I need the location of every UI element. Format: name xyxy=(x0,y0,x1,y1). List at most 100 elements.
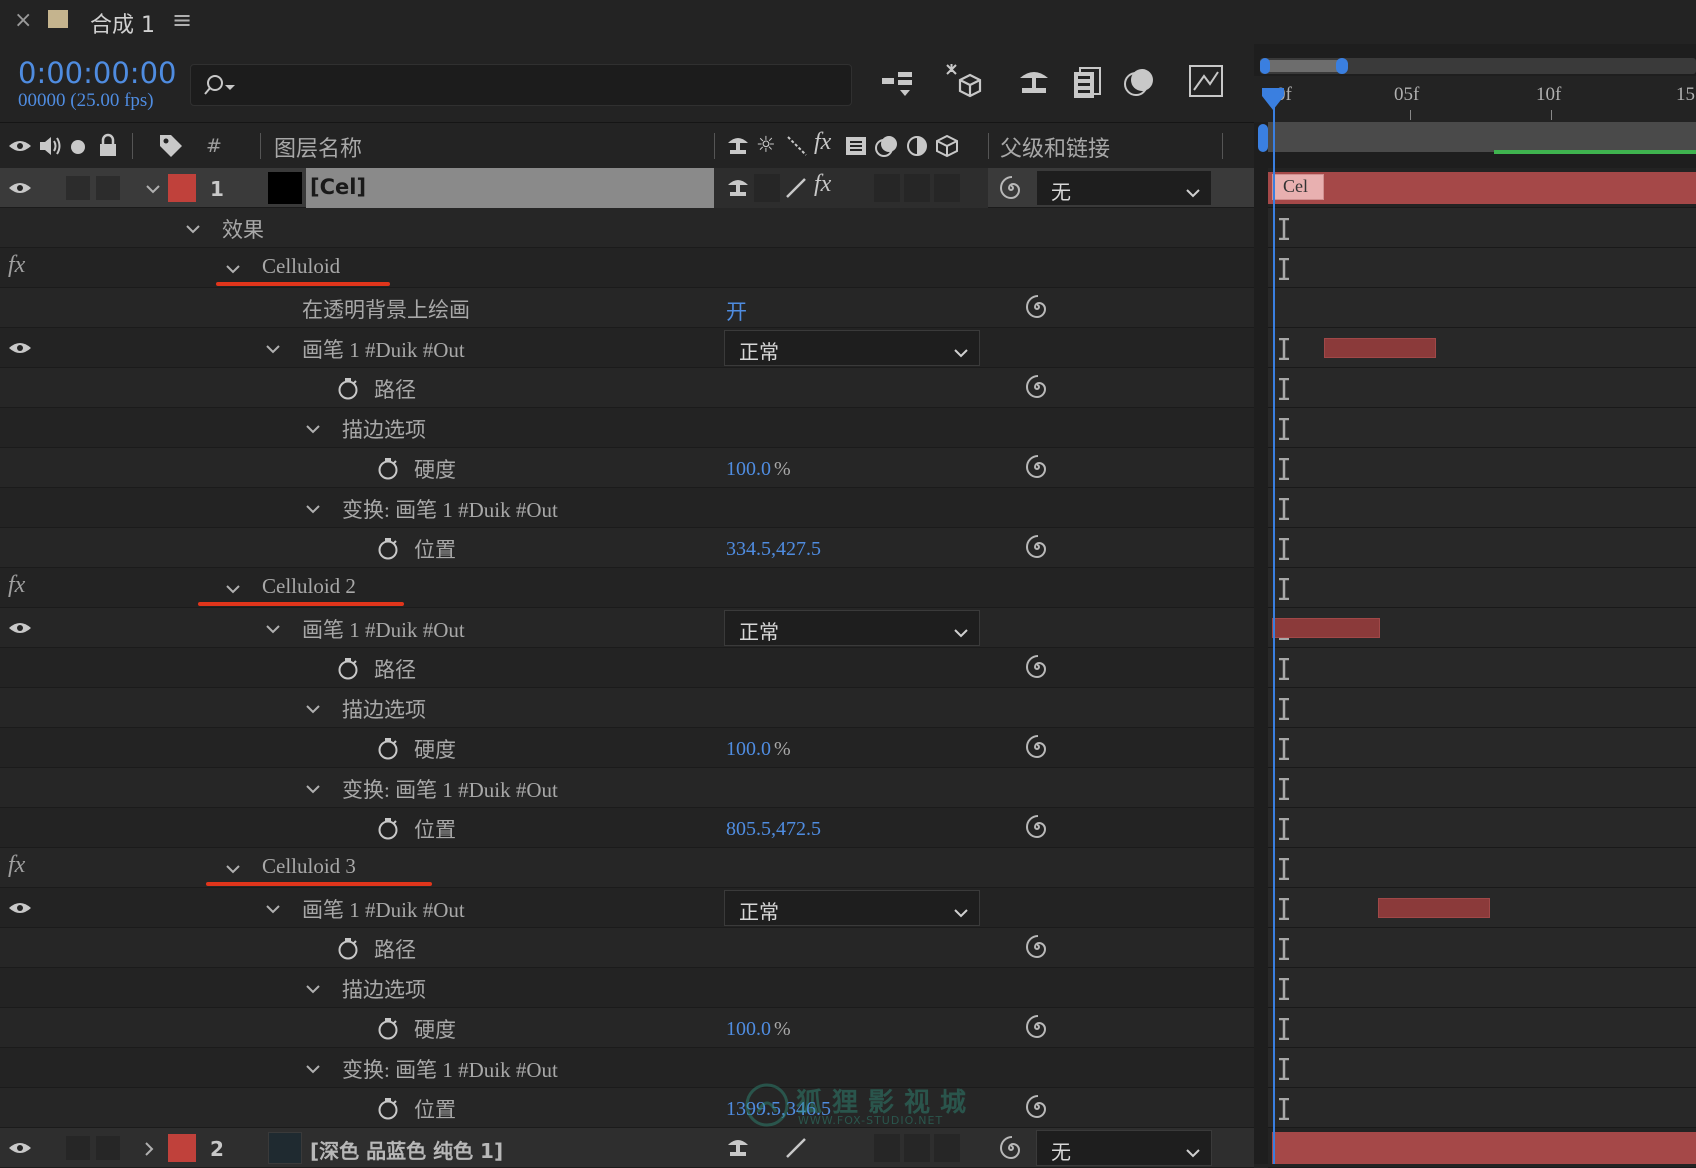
expression-icon[interactable] xyxy=(1024,814,1050,840)
collapse-effect-icon[interactable] xyxy=(226,264,240,274)
composition-tab-title[interactable]: 合成 1 xyxy=(90,7,155,39)
stopwatch-icon[interactable] xyxy=(376,1016,400,1040)
shy-switch-icon[interactable] xyxy=(726,1137,750,1159)
position-value[interactable]: 334.5,427.5 xyxy=(726,538,821,561)
navigator-start-handle[interactable] xyxy=(1260,58,1270,74)
visibility-eye-icon[interactable] xyxy=(8,900,32,916)
visibility-eye-icon[interactable] xyxy=(8,180,32,196)
lock-icon[interactable] xyxy=(98,133,118,157)
expression-icon[interactable] xyxy=(1024,654,1050,680)
blend-mode-dropdown[interactable]: 正常 xyxy=(724,330,980,366)
hardness-value[interactable]: 100.0 xyxy=(726,458,771,481)
parent-dropdown[interactable]: 无 xyxy=(1036,170,1212,206)
3d-switch[interactable] xyxy=(934,1134,960,1162)
audio-icon[interactable] xyxy=(38,135,62,157)
layer-name-field[interactable]: [Cel] xyxy=(306,168,714,208)
layer-duration-bar[interactable] xyxy=(1268,172,1696,204)
expression-icon[interactable] xyxy=(1024,534,1050,560)
layer-label-color[interactable] xyxy=(168,1134,196,1162)
effects-switch-icon[interactable]: fx xyxy=(814,171,831,198)
label-icon[interactable] xyxy=(158,133,184,159)
shy-layers-icon[interactable] xyxy=(1016,66,1052,100)
quality-switch-icon[interactable] xyxy=(784,1136,808,1160)
collapse-stroke-options-icon[interactable] xyxy=(306,424,320,434)
stopwatch-icon[interactable] xyxy=(336,936,360,960)
layer-duration-bar[interactable] xyxy=(1272,1132,1696,1164)
pick-whip-icon[interactable] xyxy=(998,1135,1024,1161)
visibility-eye-icon[interactable] xyxy=(8,340,32,356)
stopwatch-icon[interactable] xyxy=(376,1096,400,1120)
layer-name[interactable]: [深色 品蓝色 纯色 1] xyxy=(310,1135,503,1164)
composition-flowchart-icon[interactable] xyxy=(880,68,918,100)
paint-on-transparent-value[interactable]: 开 xyxy=(726,296,747,326)
brush-duration-bar[interactable] xyxy=(1272,618,1380,638)
motion-blur-switch[interactable] xyxy=(874,1134,900,1162)
expand-layer-icon[interactable] xyxy=(144,1142,154,1156)
current-time[interactable]: 0:00:00:00 xyxy=(18,56,176,90)
stopwatch-icon[interactable] xyxy=(376,456,400,480)
expression-icon[interactable] xyxy=(1024,294,1050,320)
effect-name[interactable]: Celluloid 3 xyxy=(262,854,356,879)
collapse-effect-icon[interactable] xyxy=(226,584,240,594)
stopwatch-icon[interactable] xyxy=(336,656,360,680)
brush-duration-bar[interactable] xyxy=(1324,338,1436,358)
visibility-eye-icon[interactable] xyxy=(8,1140,32,1156)
playhead-line[interactable] xyxy=(1273,104,1275,1164)
effect-name[interactable]: Celluloid 2 xyxy=(262,574,356,599)
collapse-layer-icon[interactable] xyxy=(146,184,160,194)
collapse-effects-icon[interactable] xyxy=(186,224,200,234)
hardness-value[interactable]: 100.0 xyxy=(726,1018,771,1041)
effect-fx-icon[interactable]: fx xyxy=(8,572,25,599)
brush-duration-bar[interactable] xyxy=(1378,898,1490,918)
time-ruler[interactable]: 0f 05f 10f 15 xyxy=(1254,76,1696,122)
stopwatch-icon[interactable] xyxy=(376,816,400,840)
solo-toggle[interactable] xyxy=(96,1136,120,1160)
navigator-end-handle[interactable] xyxy=(1336,58,1348,74)
expression-icon[interactable] xyxy=(1024,374,1050,400)
pick-whip-icon[interactable] xyxy=(998,175,1024,201)
adjustment-switch[interactable] xyxy=(904,1134,930,1162)
effect-fx-icon[interactable]: fx xyxy=(8,252,25,279)
collapse-stroke-options-icon[interactable] xyxy=(306,704,320,714)
draft-3d-icon[interactable] xyxy=(944,62,984,102)
collapse-transform-icon[interactable] xyxy=(306,1064,320,1074)
blend-mode-dropdown[interactable]: 正常 xyxy=(724,890,980,926)
stopwatch-icon[interactable] xyxy=(376,536,400,560)
column-parent[interactable]: 父级和链接 xyxy=(1000,131,1110,163)
blend-mode-dropdown[interactable]: 正常 xyxy=(724,610,980,646)
collapse-brush-icon[interactable] xyxy=(266,904,280,914)
collapse-brush-icon[interactable] xyxy=(266,344,280,354)
audio-toggle[interactable] xyxy=(66,1136,90,1160)
graph-editor-icon[interactable] xyxy=(1188,64,1224,98)
hardness-value[interactable]: 100.0 xyxy=(726,738,771,761)
collapse-brush-icon[interactable] xyxy=(266,624,280,634)
column-layer-name[interactable]: 图层名称 xyxy=(274,131,362,163)
stopwatch-icon[interactable] xyxy=(376,736,400,760)
expression-icon[interactable] xyxy=(1024,1014,1050,1040)
parent-dropdown[interactable]: 无 xyxy=(1036,1130,1212,1166)
solo-icon[interactable] xyxy=(70,139,86,155)
quality-switch-icon[interactable] xyxy=(784,176,808,200)
close-tab-icon[interactable]: × xyxy=(14,8,32,33)
expression-icon[interactable] xyxy=(1024,734,1050,760)
stopwatch-icon[interactable] xyxy=(336,376,360,400)
work-area-start[interactable] xyxy=(1258,124,1268,152)
collapse-switch[interactable] xyxy=(754,174,780,202)
position-value[interactable]: 805.5,472.5 xyxy=(726,818,821,841)
panel-menu-icon[interactable]: ≡ xyxy=(172,6,192,34)
time-navigator[interactable] xyxy=(1260,58,1696,74)
frame-blend-switch[interactable] xyxy=(874,174,900,202)
expression-icon[interactable] xyxy=(1024,454,1050,480)
motion-blur-switch[interactable] xyxy=(904,174,930,202)
solo-toggle[interactable] xyxy=(96,176,120,200)
collapse-effect-icon[interactable] xyxy=(226,864,240,874)
video-visibility-icon[interactable] xyxy=(8,138,32,154)
motion-blur-icon[interactable] xyxy=(1122,64,1158,100)
collapse-stroke-options-icon[interactable] xyxy=(306,984,320,994)
effect-fx-icon[interactable]: fx xyxy=(8,852,25,879)
time-navigator-range[interactable] xyxy=(1260,60,1340,72)
search-input[interactable] xyxy=(190,64,852,106)
collapse-transform-icon[interactable] xyxy=(306,504,320,514)
shy-switch-icon[interactable] xyxy=(726,177,750,199)
3d-switch[interactable] xyxy=(934,174,960,202)
